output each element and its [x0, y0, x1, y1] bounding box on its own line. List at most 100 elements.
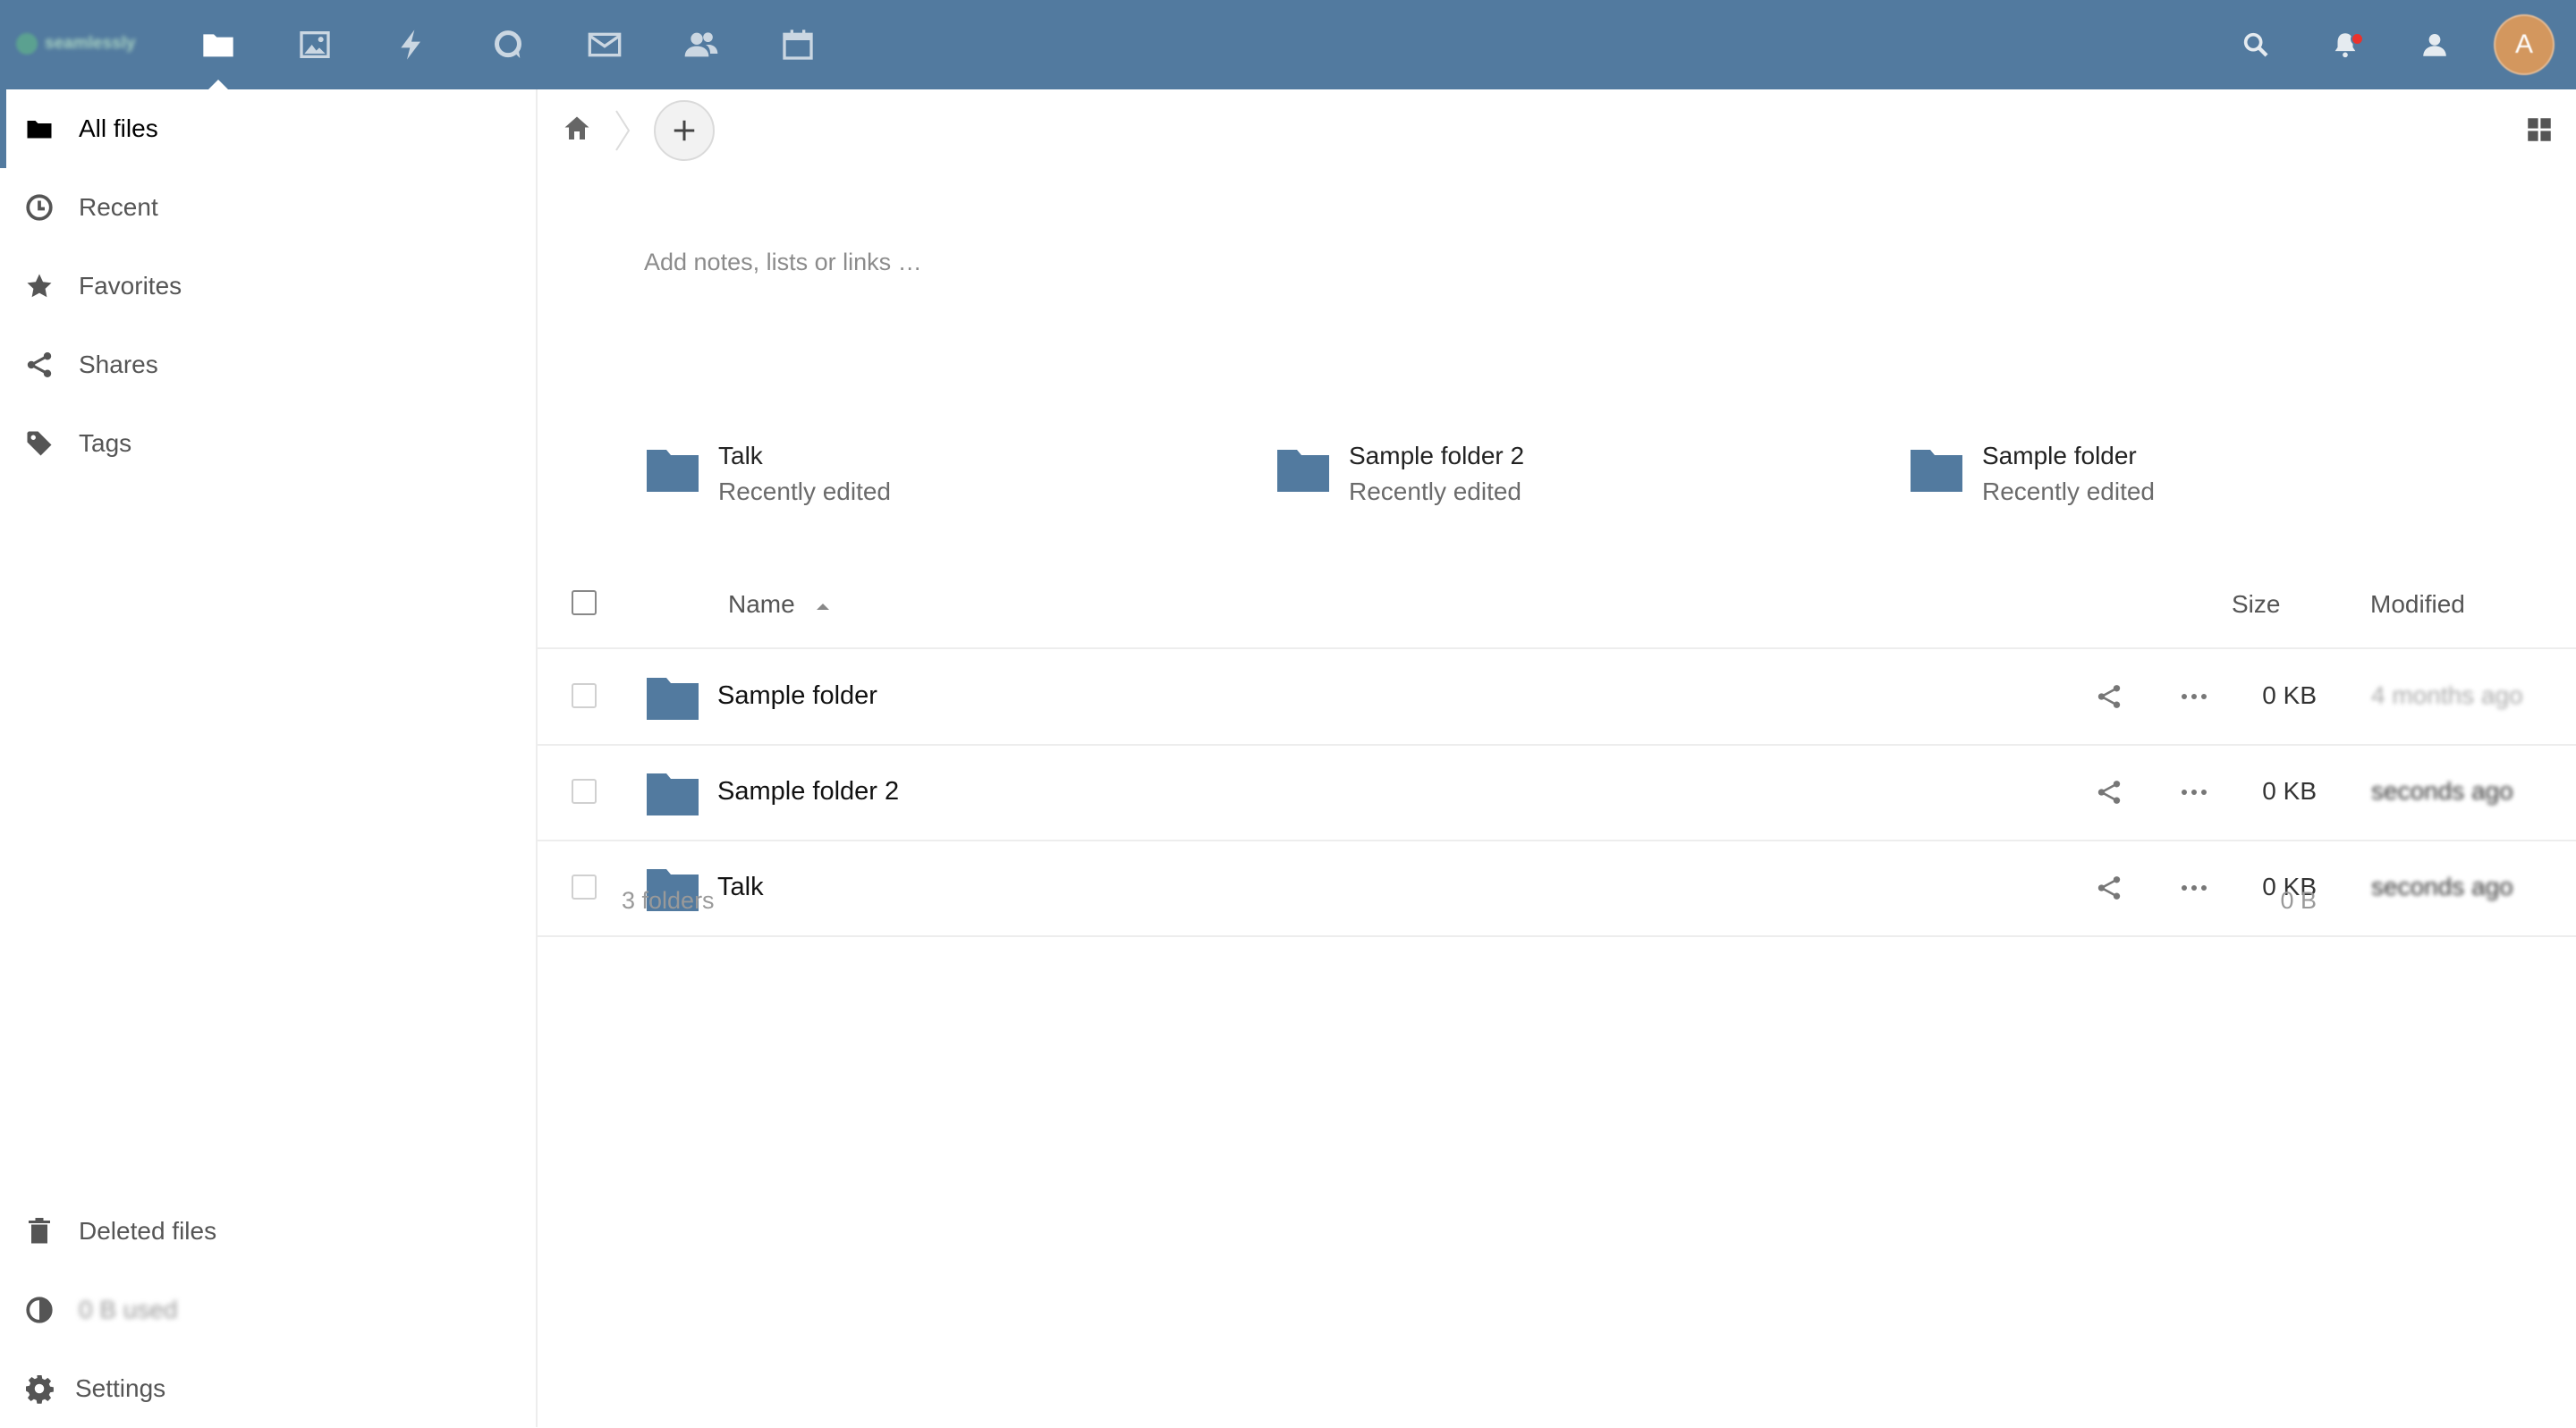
tag-icon [23, 427, 55, 460]
folder-icon [203, 34, 233, 57]
more-actions-icon[interactable] [2178, 681, 2210, 712]
sidebar-item-label: Favorites [79, 272, 182, 300]
mail-icon [588, 32, 622, 57]
file-size: 0 KB [2262, 681, 2317, 709]
recent-item-name: Sample folder 2 [1349, 442, 1525, 469]
notification-badge [2351, 32, 2364, 46]
lightning-icon [401, 30, 420, 60]
row-checkbox[interactable] [572, 875, 597, 900]
share-icon [23, 349, 55, 381]
sidebar-item-favorites[interactable]: Favorites [0, 247, 536, 325]
logo-text: seamlessly [45, 34, 136, 53]
gear-icon [23, 1373, 55, 1405]
sidebar-item-quota: 0 B used [0, 1271, 536, 1349]
image-icon [300, 31, 330, 58]
folder-icon [647, 450, 699, 492]
share-icon[interactable] [2094, 681, 2124, 712]
recent-item-subtitle: Recently edited [718, 477, 892, 505]
summary-folder-count: 3 folders [622, 887, 715, 914]
grid-view-toggle[interactable] [2524, 114, 2555, 145]
folder-icon [1911, 450, 1962, 492]
column-header-modified[interactable]: Modified [2370, 590, 2465, 619]
table-row[interactable]: Sample folder 0 KB 4 months ago [538, 649, 2576, 746]
notes-input[interactable]: Add notes, lists or links … [644, 249, 922, 276]
sidebar-item-settings[interactable]: Settings [0, 1349, 536, 1428]
calendar-icon [783, 30, 813, 60]
logo[interactable]: seamlessly [16, 27, 137, 61]
column-header-name[interactable]: Name [728, 590, 795, 619]
trash-icon [23, 1215, 55, 1247]
search-icon [2243, 32, 2268, 57]
recent-item-name: Sample folder [1982, 442, 2137, 469]
column-header-size[interactable]: Size [2232, 590, 2280, 619]
new-file-button[interactable] [654, 100, 715, 161]
user-menu[interactable]: A [2479, 0, 2569, 89]
pie-chart-icon [23, 1294, 55, 1326]
summary-total-size: 0 B [2280, 887, 2317, 914]
row-checkbox[interactable] [572, 779, 597, 804]
app-calendar[interactable] [750, 0, 846, 89]
file-name[interactable]: Talk [717, 873, 764, 902]
file-modified: 4 months ago [2371, 681, 2523, 709]
contacts-icon [684, 32, 718, 57]
sidebar-item-label: Recent [79, 193, 158, 221]
app-contacts[interactable] [653, 0, 750, 89]
clock-icon [23, 191, 55, 224]
breadcrumb-home[interactable] [561, 113, 593, 145]
home-icon [564, 116, 589, 139]
chat-bubble-icon [495, 30, 521, 58]
grid-icon [2528, 118, 2551, 141]
app-navigation [170, 0, 846, 89]
sidebar-item-label: Deleted files [79, 1217, 217, 1245]
folder-icon [23, 113, 55, 145]
header-right: A [2211, 0, 2576, 89]
contacts-menu-button[interactable] [2390, 0, 2479, 89]
contacts-menu-icon [2423, 33, 2446, 56]
quota-text: 0 B used [79, 1296, 178, 1323]
app-photos[interactable] [267, 0, 363, 89]
share-icon[interactable] [2094, 777, 2124, 807]
more-actions-icon[interactable] [2178, 777, 2210, 807]
sidebar-item-label: Shares [79, 351, 158, 378]
sidebar-item-shares[interactable]: Shares [0, 325, 536, 404]
table-row[interactable]: Sample folder 2 0 KB seconds ago [538, 745, 2576, 841]
sidebar-item-recent[interactable]: Recent [0, 168, 536, 247]
app-files[interactable] [170, 0, 267, 89]
sidebar-item-deleted-files[interactable]: Deleted files [0, 1192, 536, 1271]
recent-item-subtitle: Recently edited [1349, 477, 1522, 505]
file-size: 0 KB [2262, 777, 2317, 805]
app-activity[interactable] [363, 0, 460, 89]
sidebar: All files Recent Favorites Shares Tags D… [0, 89, 538, 1427]
avatar[interactable]: A [2494, 14, 2555, 75]
app-mail[interactable] [556, 0, 653, 89]
sidebar-item-label: All files [79, 114, 158, 142]
sidebar-item-label: Settings [75, 1374, 166, 1402]
more-actions-icon[interactable] [2178, 873, 2210, 903]
file-name[interactable]: Sample folder 2 [717, 777, 899, 807]
row-checkbox[interactable] [572, 683, 597, 708]
select-all-checkbox[interactable] [572, 590, 597, 615]
share-icon[interactable] [2094, 873, 2124, 903]
sidebar-item-all-files[interactable]: All files [0, 89, 536, 168]
app-talk[interactable] [460, 0, 556, 89]
folder-icon [647, 678, 699, 720]
file-name[interactable]: Sample folder [717, 681, 877, 711]
recent-item-subtitle: Recently edited [1982, 477, 2156, 505]
top-header: seamlessly A [0, 0, 2576, 89]
sidebar-item-label: Tags [79, 429, 132, 457]
logo-icon [16, 33, 38, 55]
file-table-header: Name Size Modified [538, 563, 2576, 649]
plus-icon [674, 120, 695, 141]
recent-item[interactable]: Sample folder 2 Recently edited [1277, 438, 1778, 510]
search-button[interactable] [2211, 0, 2301, 89]
file-modified: seconds ago [2371, 777, 2513, 805]
recent-item[interactable]: Sample folder Recently edited [1911, 438, 2411, 510]
sidebar-item-tags[interactable]: Tags [0, 404, 536, 483]
notifications-button[interactable] [2301, 0, 2390, 89]
table-row[interactable]: Talk 0 KB seconds ago [538, 841, 2576, 937]
folder-icon [647, 773, 699, 815]
sort-ascending-icon [817, 604, 829, 610]
breadcrumb-separator [615, 110, 631, 151]
folder-icon [1277, 450, 1329, 492]
recent-item[interactable]: Talk Recently edited [647, 438, 1148, 510]
